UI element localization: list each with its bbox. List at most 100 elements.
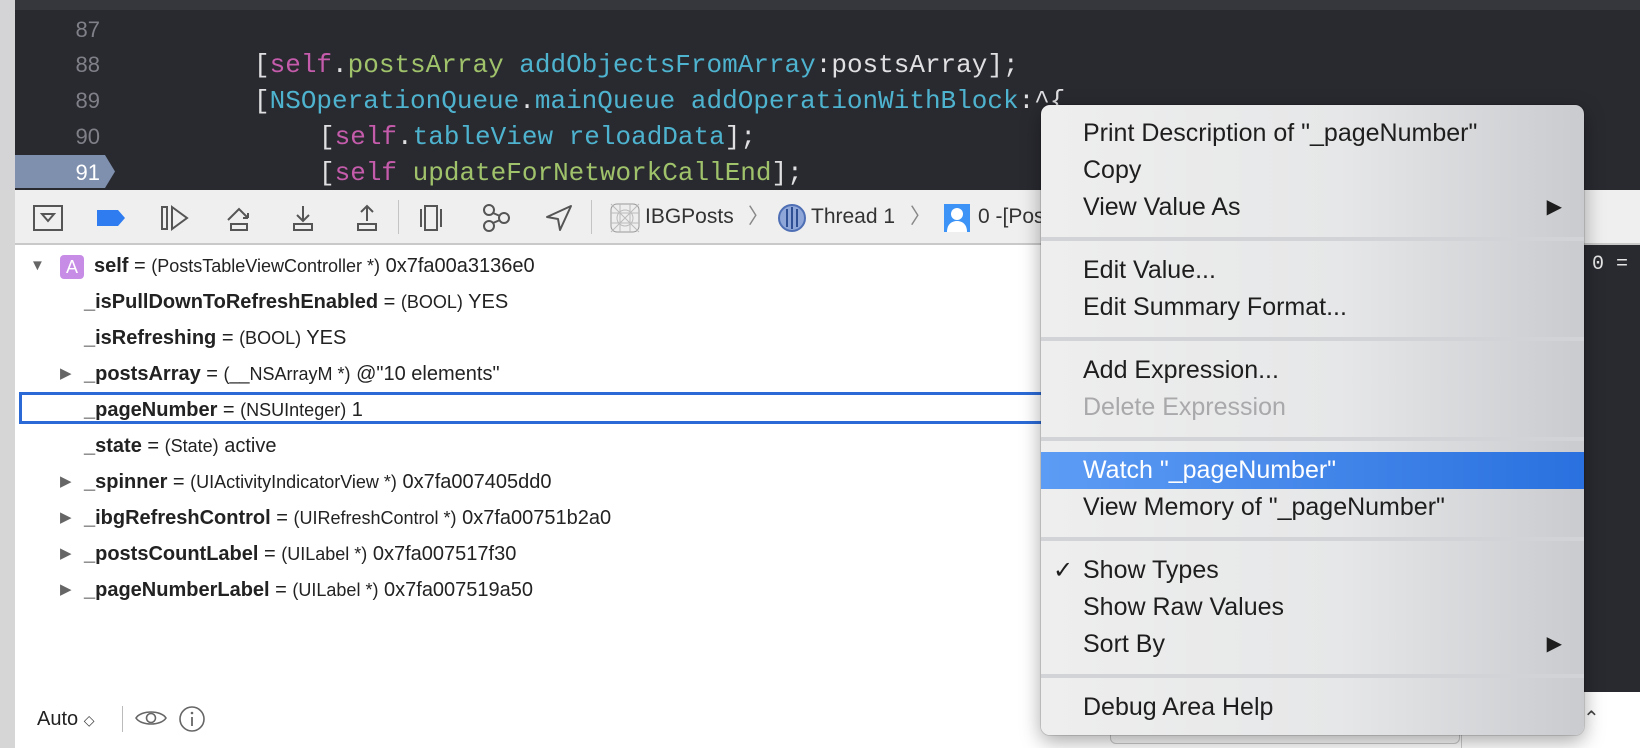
code-token: . — [397, 122, 413, 152]
menu-item-label: Copy — [1083, 156, 1142, 184]
code-line[interactable]: [self.tableView reloadData]; — [319, 119, 756, 155]
variable-value: 0x7fa00a3136e0 — [380, 255, 535, 277]
updown-chevron-icon: ⌃ — [1583, 708, 1600, 730]
disclosure-expanded-icon[interactable]: ▼ — [30, 248, 45, 284]
code-token: updateForNetworkCallEnd — [412, 158, 772, 188]
equals: = — [128, 255, 152, 277]
step-out-button[interactable] — [351, 202, 383, 234]
code-line[interactable]: [self updateForNetworkCallEnd]; — [319, 155, 803, 190]
code-token: ]; — [724, 122, 756, 152]
equals: = — [258, 543, 282, 565]
variable-text: _postsArray = (__NSArrayM *) @"10 elemen… — [84, 356, 500, 392]
menu-item-label: Delete Expression — [1083, 393, 1286, 421]
menu-item-copy[interactable]: Copy — [1041, 152, 1584, 189]
breakpoints-toggle-button[interactable] — [95, 202, 127, 234]
hide-debug-area-button[interactable] — [32, 202, 64, 234]
menu-item-label: Watch "_pageNumber" — [1083, 456, 1337, 484]
variable-value: 0x7fa007517f30 — [367, 543, 517, 565]
chevron-right-icon: 〉 — [748, 205, 769, 228]
code-token: self — [334, 158, 398, 188]
disclosure-collapsed-icon[interactable]: ▶ — [60, 464, 72, 500]
equals: = — [200, 363, 224, 385]
variable-value: 0x7fa007405dd0 — [396, 471, 552, 493]
menu-item-edit-summary-format[interactable]: Edit Summary Format... — [1041, 289, 1584, 326]
breadcrumb-thread[interactable]: Thread 1 — [811, 204, 895, 230]
user-frame-icon — [941, 202, 973, 234]
breadcrumb-app[interactable]: IBGPosts — [645, 204, 734, 230]
code-token: addOperationWithBlock — [690, 86, 1019, 116]
menu-item-debug-area-help[interactable]: Debug Area Help — [1041, 689, 1584, 726]
editor-top-strip — [0, 0, 1640, 10]
menu-item-view-memory-of-pagenumber[interactable]: View Memory of "_pageNumber" — [1041, 489, 1584, 526]
menu-item-show-raw-values[interactable]: Show Raw Values — [1041, 589, 1584, 626]
code-token: addObjectsFromArray — [519, 50, 816, 80]
chevron-right-icon: 〉 — [910, 205, 931, 228]
menu-item-show-types[interactable]: ✓ Show Types — [1041, 552, 1584, 589]
disclosure-collapsed-icon[interactable]: ▶ — [60, 356, 72, 392]
argument-badge-icon: A — [60, 255, 84, 279]
menu-separator — [1041, 526, 1584, 552]
step-into-button[interactable] — [287, 202, 319, 234]
code-token: [ — [254, 86, 270, 116]
thread-icon — [776, 202, 808, 234]
line-number[interactable]: 87 — [50, 12, 100, 48]
disclosure-collapsed-icon[interactable]: ▶ — [60, 536, 72, 572]
variables-scope-popup[interactable]: Auto ◇ — [37, 708, 95, 731]
toolbar-divider — [591, 200, 592, 234]
menu-separator — [1041, 226, 1584, 252]
variable-value: 0x7fa00751b2a0 — [456, 507, 612, 529]
menu-item-watch-pagenumber[interactable]: Watch "_pageNumber" — [1041, 452, 1584, 489]
menu-item-add-expression[interactable]: Add Expression... — [1041, 352, 1584, 389]
code-token: reloadData — [568, 122, 725, 152]
variable-name: _isPullDownToRefreshEnabled — [84, 291, 379, 313]
line-number[interactable]: 88 — [50, 47, 100, 83]
memory-graph-button[interactable] — [480, 202, 512, 234]
variable-value: YES — [301, 327, 347, 349]
variable-name: _postsCountLabel — [84, 543, 259, 565]
memory-graph-icon — [483, 204, 510, 232]
context-menu[interactable]: Print Description of "_pageNumber" Copy Vi… — [1041, 105, 1584, 735]
variable-type: (BOOL) — [239, 328, 302, 348]
debug-view-hierarchy-button[interactable] — [415, 202, 447, 234]
menu-item-label: Debug Area Help — [1083, 693, 1274, 721]
code-token: postsArray — [347, 50, 504, 80]
variable-type: (UIActivityIndicatorView *) — [190, 472, 397, 492]
menu-item-sort-by[interactable]: Sort By ▶ — [1041, 626, 1584, 663]
code-token: . — [519, 86, 535, 116]
code-token: self — [269, 50, 333, 80]
simulate-location-button[interactable] — [543, 202, 575, 234]
menu-item-label: View Memory of "_pageNumber" — [1083, 493, 1445, 521]
variable-type: (UILabel *) — [281, 544, 368, 564]
quick-look-button[interactable] — [135, 707, 167, 734]
code-token: . — [332, 50, 348, 80]
step-over-button[interactable] — [224, 202, 256, 234]
location-icon — [546, 205, 572, 231]
variable-text: _spinner = (UIActivityIndicatorView *) 0… — [84, 464, 551, 500]
menu-item-delete-expression: Delete Expression — [1041, 389, 1584, 426]
console-output-popup[interactable]: ⌃ — [1583, 706, 1600, 731]
code-line[interactable]: [self.postsArray addObjectsFromArray:pos… — [254, 47, 1019, 83]
code-line[interactable]: [NSOperationQueue.mainQueue addOperation… — [254, 83, 1065, 119]
menu-item-label: Add Expression... — [1083, 356, 1279, 384]
print-description-button[interactable] — [178, 705, 206, 738]
variable-text: _pageNumberLabel = (UILabel *) 0x7fa0075… — [84, 572, 533, 608]
line-number[interactable]: 91 — [50, 155, 100, 190]
disclosure-collapsed-icon[interactable]: ▶ — [60, 500, 72, 536]
disclosure-collapsed-icon[interactable]: ▶ — [60, 572, 72, 608]
line-number[interactable]: 90 — [50, 119, 100, 155]
variable-name: _ibgRefreshControl — [84, 507, 271, 529]
line-number[interactable]: 89 — [50, 83, 100, 119]
continue-button[interactable] — [159, 202, 191, 234]
menu-item-print-description-of-pagenumber[interactable]: Print Description of "_pageNumber" — [1041, 115, 1584, 152]
variable-type: (PostsTableViewController *) — [151, 256, 381, 276]
equals: = — [216, 327, 240, 349]
console-text: 0 = — [1592, 253, 1629, 276]
menu-item-view-value-as[interactable]: View Value As ▶ — [1041, 189, 1584, 226]
menu-item-edit-value[interactable]: Edit Value... — [1041, 252, 1584, 289]
submenu-arrow-icon: ▶ — [1546, 633, 1562, 655]
menu-separator — [1041, 426, 1584, 452]
code-token: self — [334, 122, 398, 152]
breadcrumb-frame[interactable]: 0 -[Pos — [978, 204, 1045, 230]
